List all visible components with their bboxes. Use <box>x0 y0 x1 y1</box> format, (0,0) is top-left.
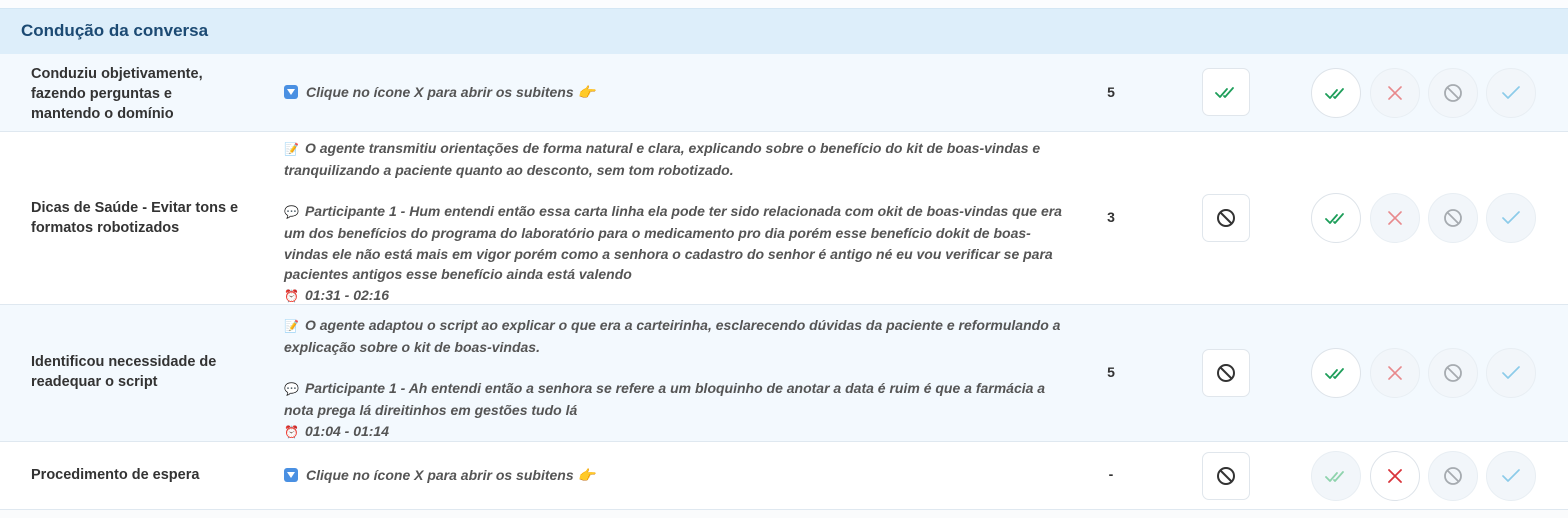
not-applicable-button[interactable] <box>1428 193 1478 243</box>
approve-button[interactable] <box>1311 68 1361 118</box>
evaluation-row: Procedimento de espera Clique no ícone X… <box>0 442 1568 510</box>
section-title: Condução da conversa <box>21 21 209 40</box>
alarm-clock-icon: ⏰ <box>284 424 299 439</box>
check-icon <box>1502 366 1520 379</box>
criterion-description: Clique no ícone X para abrir os subitens… <box>284 465 1064 486</box>
status-indicator <box>1202 349 1250 397</box>
hint-text: Clique no ícone X para abrir os subitens… <box>306 467 595 483</box>
memo-icon: 📝 <box>284 142 299 156</box>
approve-button[interactable] <box>1311 193 1361 243</box>
x-icon <box>1388 211 1402 225</box>
check-button[interactable] <box>1486 68 1536 118</box>
ban-icon <box>1217 467 1235 485</box>
x-icon <box>1388 366 1402 380</box>
speech-bubble-icon: 💬 <box>284 205 299 220</box>
evaluation-row: Dicas de Saúde - Evitar tons e formatos … <box>0 132 1568 305</box>
timestamp: 01:31 - 02:16 <box>304 286 390 303</box>
score-value: 5 <box>1107 84 1115 100</box>
agent-comment: O agente transmitiu orientações de forma… <box>284 140 1041 178</box>
ban-icon <box>1217 364 1235 382</box>
alarm-clock-icon: ⏰ <box>284 288 299 303</box>
chevron-down-box-icon <box>284 85 298 99</box>
criterion-description: 📝 O agente transmitiu orientações de form… <box>284 138 1064 307</box>
transcript-quote: Participante 1 - Ah entendi então a senh… <box>284 380 1046 418</box>
double-check-icon <box>1325 368 1344 379</box>
speech-bubble-icon: 💬 <box>284 382 299 397</box>
not-applicable-button[interactable] <box>1428 348 1478 398</box>
score-value: - <box>1108 466 1114 482</box>
ban-icon <box>1217 209 1235 227</box>
check-button[interactable] <box>1486 348 1536 398</box>
evaluation-row: Conduziu objetivamente, fazendo pergunta… <box>0 54 1568 132</box>
score-value: 5 <box>1107 364 1115 380</box>
section-header[interactable]: Condução da conversa <box>0 8 1568 54</box>
not-applicable-button[interactable] <box>1428 68 1478 118</box>
criterion-name: Dicas de Saúde - Evitar tons e formatos … <box>31 200 239 236</box>
ban-icon <box>1444 364 1462 382</box>
check-button[interactable] <box>1486 193 1536 243</box>
approve-button[interactable] <box>1311 451 1361 501</box>
check-icon <box>1502 469 1520 482</box>
ban-icon <box>1444 209 1462 227</box>
reject-button[interactable] <box>1370 193 1420 243</box>
reject-button[interactable] <box>1370 451 1420 501</box>
status-indicator <box>1202 452 1250 500</box>
timestamp: 01:04 - 01:14 <box>304 422 390 439</box>
reject-button[interactable] <box>1370 348 1420 398</box>
agent-comment: O agente adaptou o script ao explicar o … <box>284 317 1061 355</box>
double-check-icon <box>1325 471 1344 482</box>
evaluation-row: Identificou necessidade de readequar o s… <box>0 305 1568 442</box>
criterion-name: Conduziu objetivamente, fazendo pergunta… <box>31 66 203 122</box>
criterion-name: Procedimento de espera <box>31 467 200 483</box>
double-check-icon <box>1325 213 1344 224</box>
reject-button[interactable] <box>1370 68 1420 118</box>
ban-icon <box>1444 467 1462 485</box>
hint-text: Clique no ícone X para abrir os subitens… <box>306 84 595 100</box>
check-icon <box>1502 211 1520 224</box>
double-check-icon <box>1215 87 1234 98</box>
criterion-description: Clique no ícone X para abrir os subitens… <box>284 82 1064 103</box>
double-check-icon <box>1325 88 1344 99</box>
x-icon <box>1388 86 1402 100</box>
ban-icon <box>1444 84 1462 102</box>
approve-button[interactable] <box>1311 348 1361 398</box>
check-icon <box>1502 86 1520 99</box>
top-strip <box>0 0 1568 8</box>
memo-icon: 📝 <box>284 319 299 333</box>
transcript-quote: Participante 1 - Hum entendi então essa … <box>284 203 1062 283</box>
chevron-down-box-icon <box>284 468 298 482</box>
x-icon <box>1388 469 1402 483</box>
not-applicable-button[interactable] <box>1428 451 1478 501</box>
check-button[interactable] <box>1486 451 1536 501</box>
criterion-name: Identificou necessidade de readequar o s… <box>31 354 217 390</box>
status-indicator <box>1202 68 1250 116</box>
bottom-strip <box>0 510 1568 518</box>
score-value: 3 <box>1107 209 1115 225</box>
criterion-description: 📝 O agente adaptou o script ao explicar o… <box>284 315 1064 442</box>
status-indicator <box>1202 194 1250 242</box>
